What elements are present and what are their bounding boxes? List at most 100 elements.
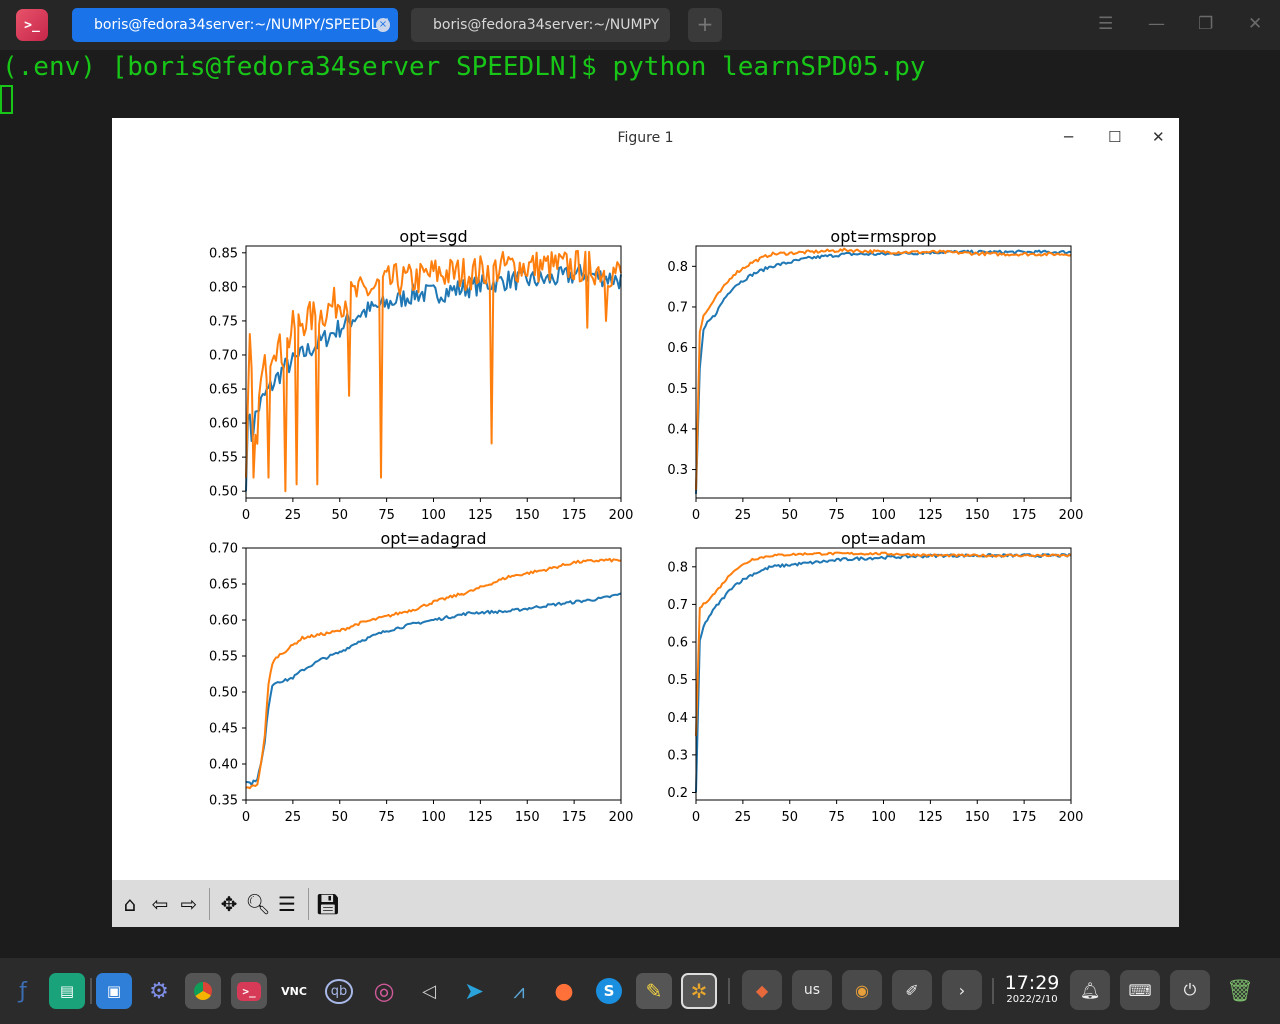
tab-speedln[interactable]: boris@fedora34server:~/NUMPY/SPEEDLN ×: [72, 8, 398, 42]
configure-icon[interactable]: ☰: [273, 890, 301, 918]
power-icon[interactable]: ⏻: [1170, 970, 1210, 1010]
skype-icon[interactable]: S: [591, 973, 627, 1009]
y-tick-label: 0.50: [209, 686, 238, 701]
y-tick-label: 0.3: [667, 463, 688, 478]
terminal-cursor: [0, 85, 13, 114]
inkscape-icon[interactable]: ✲: [681, 973, 717, 1009]
series-line: [695, 247, 1072, 490]
y-tick-label: 0.7: [667, 598, 688, 613]
terminal-app-icon[interactable]: >_: [16, 9, 48, 41]
y-tick-label: 0.60: [209, 417, 238, 432]
x-tick-label: 175: [1012, 508, 1037, 523]
minimize-icon[interactable]: —: [1148, 14, 1165, 34]
close-icon[interactable]: ×: [376, 18, 390, 32]
series-line: [695, 553, 1072, 793]
back-icon[interactable]: ⇦: [146, 890, 174, 918]
forward-icon[interactable]: ⇨: [175, 890, 203, 918]
unknown-app-icon[interactable]: ◉: [842, 970, 882, 1010]
x-tick-label: 175: [1012, 810, 1037, 825]
tab-label: boris@fedora34server:~/NUMPY: [433, 17, 660, 33]
x-tick-label: 50: [781, 810, 798, 825]
restore-icon[interactable]: ❐: [1198, 14, 1213, 34]
y-tick-label: 0.70: [209, 348, 238, 363]
home-icon[interactable]: ⌂: [116, 890, 144, 918]
vnc-icon[interactable]: VNC: [276, 973, 312, 1009]
axes-frame: [695, 245, 1072, 499]
toolbar-separator: [209, 888, 210, 920]
series-line: [695, 551, 1072, 737]
package-icon[interactable]: ◆: [742, 970, 782, 1010]
y-tick-label: 0.7: [667, 300, 688, 315]
x-tick-label: 125: [468, 810, 493, 825]
keyboard-layout[interactable]: us: [792, 970, 832, 1010]
monitor-icon[interactable]: ⩘: [501, 973, 537, 1009]
y-tick-label: 0.85: [209, 246, 238, 261]
files-icon[interactable]: ▤: [49, 973, 85, 1009]
y-tick-label: 0.50: [209, 485, 238, 500]
figure-toolbar: ⌂ ⇦ ⇨ ✥ 🔍︎ ☰ 💾︎: [112, 880, 1179, 927]
x-tick-label: 0: [242, 810, 250, 825]
pen-icon[interactable]: ✐: [892, 970, 932, 1010]
x-tick-label: 200: [609, 508, 634, 523]
x-tick-label: 75: [378, 810, 395, 825]
subplot-title: opt=adam: [841, 529, 926, 548]
y-tick-label: 0.70: [209, 542, 238, 557]
volume-icon[interactable]: ◁: [411, 973, 447, 1009]
settings-icon[interactable]: ⚙: [141, 973, 177, 1009]
x-tick-label: 100: [421, 810, 446, 825]
x-tick-label: 150: [965, 508, 990, 523]
x-tick-label: 50: [331, 810, 348, 825]
x-tick-label: 150: [965, 810, 990, 825]
y-tick-label: 0.45: [209, 722, 238, 737]
x-tick-label: 125: [918, 810, 943, 825]
firefox-icon[interactable]: ●: [546, 973, 582, 1009]
new-tab-button[interactable]: +: [688, 8, 722, 42]
taskbar-separator: [90, 978, 92, 1004]
taskbar-separator: [992, 978, 994, 1004]
clock-time: 17:29: [1004, 972, 1060, 994]
telegram-icon[interactable]: ➤: [456, 973, 492, 1009]
zoom-icon[interactable]: 🔍︎: [244, 890, 272, 918]
qbittorrent-icon[interactable]: qb: [321, 973, 357, 1009]
archive-icon[interactable]: ▣: [96, 973, 132, 1009]
clock[interactable]: 17:29 2022/2/10: [1004, 972, 1060, 1006]
x-tick-label: 175: [562, 810, 587, 825]
x-tick-label: 0: [692, 810, 700, 825]
y-tick-label: 0.4: [667, 711, 688, 726]
x-tick-label: 200: [1059, 508, 1084, 523]
x-tick-label: 50: [781, 508, 798, 523]
fedora-icon[interactable]: ƒ: [5, 973, 41, 1009]
terminal-icon[interactable]: >_: [231, 973, 267, 1009]
x-tick-label: 125: [468, 508, 493, 523]
trash-icon[interactable]: 🗑︎: [1222, 973, 1258, 1009]
menu-icon[interactable]: ☰: [1098, 14, 1113, 34]
y-tick-label: 0.8: [667, 260, 688, 275]
y-tick-label: 0.5: [667, 673, 688, 688]
notes-icon[interactable]: ✎: [636, 973, 672, 1009]
disc-icon[interactable]: ◎: [366, 973, 402, 1009]
x-tick-label: 125: [918, 508, 943, 523]
toolbar-separator: [308, 888, 309, 920]
x-tick-label: 75: [378, 508, 395, 523]
x-tick-label: 75: [828, 810, 845, 825]
y-tick-label: 0.3: [667, 748, 688, 763]
axes-frame: [245, 245, 622, 499]
x-tick-label: 175: [562, 508, 587, 523]
series-line: [245, 592, 622, 786]
chrome-icon[interactable]: [185, 973, 221, 1009]
pan-icon[interactable]: ✥: [215, 890, 243, 918]
y-tick-label: 0.6: [667, 636, 688, 651]
clock-date: 2022/2/10: [1006, 994, 1058, 1005]
notification-icon[interactable]: 🔔︎: [1070, 970, 1110, 1010]
series-line: [695, 249, 1072, 494]
tab-numpy[interactable]: boris@fedora34server:~/NUMPY: [411, 8, 670, 42]
x-tick-label: 0: [242, 508, 250, 523]
x-tick-label: 200: [609, 810, 634, 825]
expand-icon[interactable]: ›: [942, 970, 982, 1010]
save-icon[interactable]: 💾︎: [314, 890, 342, 918]
keyboard-icon[interactable]: ⌨: [1120, 970, 1160, 1010]
y-tick-label: 0.55: [209, 451, 238, 466]
y-tick-label: 0.80: [209, 280, 238, 295]
y-tick-label: 0.6: [667, 341, 688, 356]
close-window-icon[interactable]: ✕: [1248, 14, 1262, 34]
